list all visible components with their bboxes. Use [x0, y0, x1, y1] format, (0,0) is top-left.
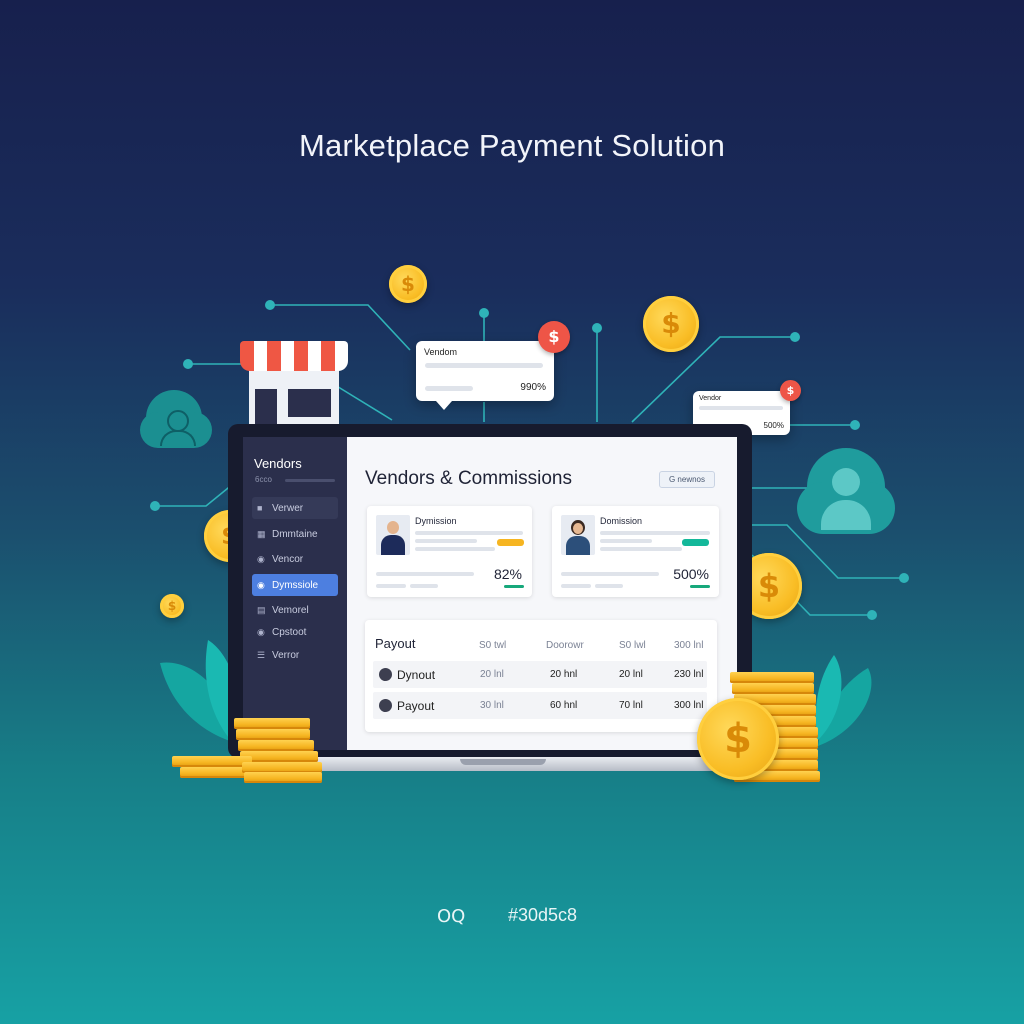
- grid-icon: ▦: [257, 529, 266, 539]
- card-title: Dymission: [415, 516, 457, 526]
- progress-indicator: [504, 585, 524, 588]
- sidebar-title: Vendors: [254, 456, 302, 471]
- coin-icon: $: [643, 296, 699, 352]
- avatar: [379, 668, 392, 681]
- status-pill: [682, 539, 709, 546]
- table-cell: 230 lnl: [674, 669, 704, 680]
- payout-table: Payout S0 twl Doorowr S0 lwl 300 lnl Dyn…: [365, 620, 717, 732]
- bubble-title: Vendor: [699, 395, 722, 402]
- table-cell: 20 hnl: [550, 669, 578, 680]
- row-name: Dynout: [397, 668, 436, 682]
- users-icon: ◉: [257, 580, 265, 590]
- sidebar-item-dmmtaine[interactable]: ▦ Dmmtaine: [252, 523, 338, 545]
- coin-icon: $: [389, 265, 427, 303]
- users-icon: ◉: [257, 554, 265, 564]
- vendor-photo: [561, 515, 595, 555]
- table-cell: 70 lnl: [619, 700, 643, 711]
- users-icon: ◉: [257, 627, 265, 637]
- avatar-left-icon: [140, 390, 212, 448]
- commission-card[interactable]: Domission 500%: [552, 506, 719, 597]
- coin-stack-left: [172, 716, 322, 783]
- list-icon: ☰: [257, 650, 266, 660]
- sidebar: Vendors 6cco ■ Verwer ▦ Dmmtaine ◉ Vencor ◉…: [243, 437, 347, 750]
- bubble-value: 990%: [520, 382, 546, 393]
- sidebar-item-vemorel[interactable]: ▤ Vemorel: [252, 599, 338, 621]
- progress-indicator: [690, 585, 710, 588]
- table-cell: 20 lnl: [619, 669, 643, 680]
- sidebar-item-verror[interactable]: ☰ Verror: [252, 644, 338, 666]
- sidebar-subtitle: 6cco: [255, 475, 272, 484]
- column-header: S0 lwl: [619, 640, 646, 651]
- column-header: Doorowr: [546, 640, 584, 651]
- storefront-icon: [240, 339, 350, 435]
- footer-hex-label: #30d5c8: [508, 905, 578, 925]
- table-cell: 300 lnl: [674, 700, 704, 711]
- commission-card[interactable]: Dymission 82%: [367, 506, 532, 597]
- table-row[interactable]: Payout 30 lnl 60 hnl 70 lnl 300 lnl: [373, 692, 707, 719]
- laptop-notch: [460, 759, 546, 765]
- row-name: Payout: [397, 699, 435, 713]
- commission-value: 500%: [673, 566, 709, 582]
- sidebar-item-dymssiole[interactable]: ◉ Dymssiole: [252, 574, 338, 596]
- avatar-right-icon: [797, 448, 895, 534]
- new-button[interactable]: G newnos: [659, 471, 715, 488]
- table-cell: 60 hnl: [550, 700, 578, 711]
- dollar-badge-icon: $: [538, 321, 570, 353]
- commission-value: 82%: [493, 566, 522, 582]
- table-cell: 30 lnl: [480, 700, 504, 711]
- footer-search-icon: OQ: [437, 906, 466, 927]
- coin-icon: $: [697, 698, 779, 780]
- vendor-bubble-left: Vendom 990%: [416, 341, 554, 410]
- avatar: [379, 699, 392, 712]
- bubble-title: Vendom: [424, 347, 458, 357]
- bubble-value: 500%: [763, 421, 784, 430]
- column-header: S0 twl: [479, 640, 507, 651]
- table-cell: 20 lnl: [480, 669, 504, 680]
- laptop-screen: Vendors 6cco ■ Verwer ▦ Dmmtaine ◉ Vencor ◉…: [243, 437, 737, 750]
- table-icon: ▤: [257, 605, 266, 615]
- payout-title: Payout: [375, 636, 416, 651]
- page-title: Marketplace Payment Solution: [298, 128, 726, 163]
- column-header: 300 lnl: [674, 640, 704, 651]
- vendor-photo: [376, 515, 410, 555]
- coin-icon: $: [160, 594, 184, 618]
- dollar-badge-icon: $: [780, 380, 801, 401]
- sidebar-item-cpstoot[interactable]: ◉ Cpstoot: [252, 621, 338, 643]
- user-icon: ■: [257, 503, 263, 513]
- main-panel: Vendors & Commissions G newnos Dymission…: [347, 437, 737, 750]
- main-heading: Vendors & Commissions: [365, 468, 572, 489]
- card-title: Domission: [600, 516, 643, 526]
- status-pill: [497, 539, 524, 546]
- sidebar-item-verwer[interactable]: ■ Verwer: [252, 497, 338, 519]
- table-row[interactable]: Dynout 20 lnl 20 hnl 20 lnl 230 lnl: [373, 661, 707, 688]
- sidebar-item-vencor[interactable]: ◉ Vencor: [252, 548, 338, 570]
